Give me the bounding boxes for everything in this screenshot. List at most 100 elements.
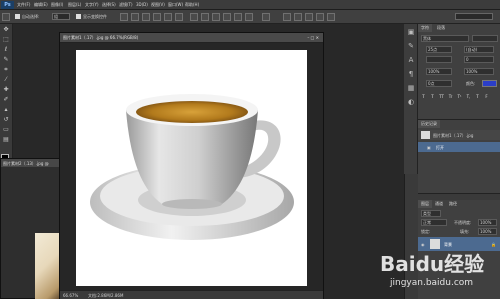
- crop-tool-icon[interactable]: ⌗: [2, 66, 10, 74]
- brush-tool-icon[interactable]: ✐: [2, 96, 10, 104]
- tab-character[interactable]: 字符: [418, 24, 432, 32]
- leading-field[interactable]: (自动): [464, 46, 494, 53]
- distribute-hcenter-icon[interactable]: [234, 13, 242, 21]
- text-color-swatch[interactable]: [482, 80, 497, 87]
- tab-history[interactable]: 历史记录: [418, 120, 440, 128]
- menu-view[interactable]: 视图(V): [151, 2, 165, 8]
- eyedropper-tool-icon[interactable]: ⁄: [2, 76, 10, 84]
- history-state-label: 打开: [436, 145, 444, 150]
- move-tool-preset-icon[interactable]: [2, 13, 10, 21]
- swatches-panel-icon[interactable]: ▦: [407, 84, 415, 92]
- menu-window[interactable]: 窗口(W): [168, 2, 183, 8]
- faux-bold-button[interactable]: T: [420, 93, 427, 100]
- blend-mode-dropdown[interactable]: 正常: [421, 219, 447, 226]
- align-top-icon[interactable]: [120, 13, 128, 21]
- document-tab-main[interactable]: 图片素材1（.17）.jpg @ 66.7%(RGB/8) – □ ✕: [60, 33, 323, 43]
- vertical-scale-field[interactable]: 100%: [426, 68, 452, 75]
- character-panel-icon[interactable]: A: [407, 56, 415, 64]
- auto-select-checkbox[interactable]: [15, 14, 20, 19]
- menu-edit[interactable]: 编辑(E): [34, 2, 48, 8]
- quick-select-tool-icon[interactable]: ✎: [2, 56, 10, 64]
- tab-paragraph[interactable]: 段落: [434, 24, 448, 32]
- workspace-switcher[interactable]: [455, 13, 493, 20]
- adjustments-panel-icon[interactable]: ◐: [407, 98, 415, 106]
- brush-panel-icon[interactable]: ✎: [407, 42, 415, 50]
- visibility-eye-icon[interactable]: ◉: [421, 242, 425, 247]
- fill-field[interactable]: 100%: [478, 228, 497, 235]
- layer-filter-dropdown[interactable]: 类型: [421, 210, 441, 217]
- marquee-tool-icon[interactable]: ⬚: [2, 36, 10, 44]
- canvas-main[interactable]: [76, 50, 307, 286]
- font-style-field[interactable]: [472, 35, 498, 42]
- align-vcenter-icon[interactable]: [131, 13, 139, 21]
- history-snapshot[interactable]: 图片素材1（.17）.jpg: [418, 130, 500, 140]
- 3d-roll-icon[interactable]: [294, 13, 302, 21]
- tracking-field[interactable]: 0: [464, 56, 494, 63]
- document-window-secondary[interactable]: 图片素材2（.13）.jpg @: [0, 158, 65, 299]
- menu-help[interactable]: 帮助(H): [185, 2, 199, 8]
- document-window-controls[interactable]: – □ ✕: [307, 35, 319, 40]
- subscript-button[interactable]: T,: [465, 93, 472, 100]
- move-tool-icon[interactable]: ✥: [2, 26, 10, 34]
- 3d-rotate-icon[interactable]: [283, 13, 291, 21]
- 3d-scale-icon[interactable]: [327, 13, 335, 21]
- zoom-level[interactable]: 66.67%: [63, 293, 78, 298]
- distribute-vcenter-icon[interactable]: [201, 13, 209, 21]
- underline-button[interactable]: T: [474, 93, 481, 100]
- paragraph-panel-icon[interactable]: ¶: [407, 70, 415, 78]
- document-tab-secondary[interactable]: 图片素材2（.13）.jpg @: [1, 159, 65, 167]
- coffee-cup-image: [90, 94, 294, 240]
- tab-paths[interactable]: 路径: [446, 200, 460, 208]
- menu-3d[interactable]: 3D(D): [136, 2, 148, 7]
- lock-icon: 🔒: [491, 242, 496, 247]
- align-bottom-icon[interactable]: [142, 13, 150, 21]
- menu-layer[interactable]: 图层(L): [68, 2, 81, 8]
- history-state[interactable]: ▣ 打开: [418, 142, 500, 152]
- all-caps-button[interactable]: TT: [438, 93, 445, 100]
- collapsed-panels-strip: ▣ ✎ A ¶ ▦ ◐: [404, 24, 418, 174]
- distribute-top-icon[interactable]: [190, 13, 198, 21]
- baseline-shift-field[interactable]: 0点: [426, 80, 452, 87]
- menu-bar: Ps 文件(F) 编辑(E) 图像(I) 图层(L) 文字(Y) 选择(S) 滤…: [0, 0, 500, 17]
- document-window-main[interactable]: 图片素材1（.17）.jpg @ 66.7%(RGB/8) – □ ✕ 66.6…: [59, 32, 324, 299]
- eraser-tool-icon[interactable]: ▭: [2, 126, 10, 134]
- 3d-drag-icon[interactable]: [305, 13, 313, 21]
- tab-layers[interactable]: 图层: [418, 200, 432, 208]
- auto-select-dropdown[interactable]: 组: [52, 13, 70, 20]
- menu-image[interactable]: 图像(I): [51, 2, 63, 8]
- align-hcenter-icon[interactable]: [164, 13, 172, 21]
- small-caps-button[interactable]: Tr: [447, 93, 454, 100]
- gradient-tool-icon[interactable]: ▤: [2, 136, 10, 144]
- clone-stamp-tool-icon[interactable]: ▴: [2, 106, 10, 114]
- superscript-button[interactable]: T¹: [456, 93, 463, 100]
- history-panel-icon[interactable]: ▣: [407, 28, 415, 36]
- healing-brush-tool-icon[interactable]: ✚: [2, 86, 10, 94]
- horizontal-scale-field[interactable]: 100%: [464, 68, 494, 75]
- font-family-field[interactable]: 黑体: [421, 35, 469, 42]
- menu-type[interactable]: 文字(Y): [85, 2, 99, 8]
- distribute-right-icon[interactable]: [245, 13, 253, 21]
- options-bar: 自动选择: 组 显示变换控件: [0, 10, 500, 24]
- auto-select-value: 组: [54, 14, 58, 19]
- menu-filter[interactable]: 滤镜(T): [119, 2, 133, 8]
- menu-select[interactable]: 选择(S): [102, 2, 116, 8]
- 3d-slide-icon[interactable]: [316, 13, 324, 21]
- align-right-icon[interactable]: [175, 13, 183, 21]
- document-title-secondary: 图片素材2（.13）.jpg @: [3, 161, 49, 166]
- font-size-field[interactable]: 25点: [426, 46, 452, 53]
- tab-channels[interactable]: 通道: [432, 200, 446, 208]
- auto-align-icon[interactable]: [262, 13, 270, 21]
- strikethrough-button[interactable]: F: [483, 93, 490, 100]
- align-left-icon[interactable]: [153, 13, 161, 21]
- history-state-icon: ▣: [427, 145, 431, 150]
- faux-italic-button[interactable]: T: [429, 93, 436, 100]
- history-brush-tool-icon[interactable]: ↺: [2, 116, 10, 124]
- layer-row-background[interactable]: ◉ 背景 🔒: [418, 237, 500, 251]
- show-transform-checkbox[interactable]: [76, 14, 81, 19]
- lasso-tool-icon[interactable]: ℓ: [2, 46, 10, 54]
- distribute-left-icon[interactable]: [223, 13, 231, 21]
- kerning-field[interactable]: [426, 56, 452, 63]
- menu-file[interactable]: 文件(F): [17, 2, 30, 8]
- opacity-field[interactable]: 100%: [478, 219, 497, 226]
- distribute-bottom-icon[interactable]: [212, 13, 220, 21]
